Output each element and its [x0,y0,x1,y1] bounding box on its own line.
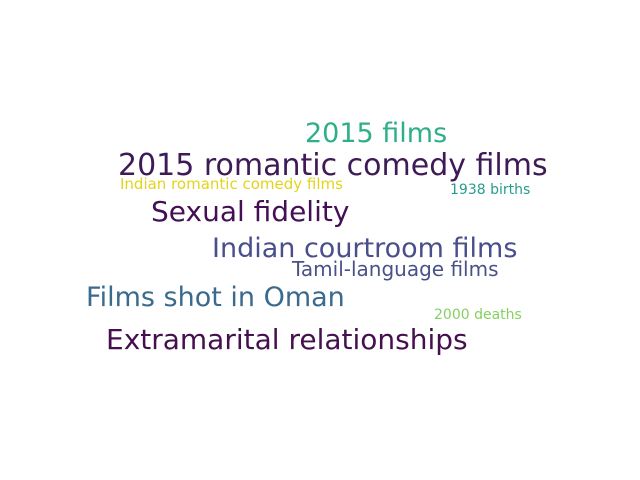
word-2000-deaths: 2000 deaths [434,307,522,323]
word-1938-births: 1938 births [450,182,531,198]
word-indian-romantic-comedy-films: Indian romantic comedy films [120,175,343,193]
word-tamil-language-films: Tamil-language films [292,257,499,281]
word-films-shot-in-oman: Films shot in Oman [86,282,345,313]
word-extramarital-relationships: Extramarital relationships [106,323,468,356]
word-sexual-fidelity: Sexual fidelity [151,195,350,228]
word-cloud: 2015 films 2015 romantic comedy films In… [0,0,640,480]
word-2015-films: 2015 films [305,118,448,149]
